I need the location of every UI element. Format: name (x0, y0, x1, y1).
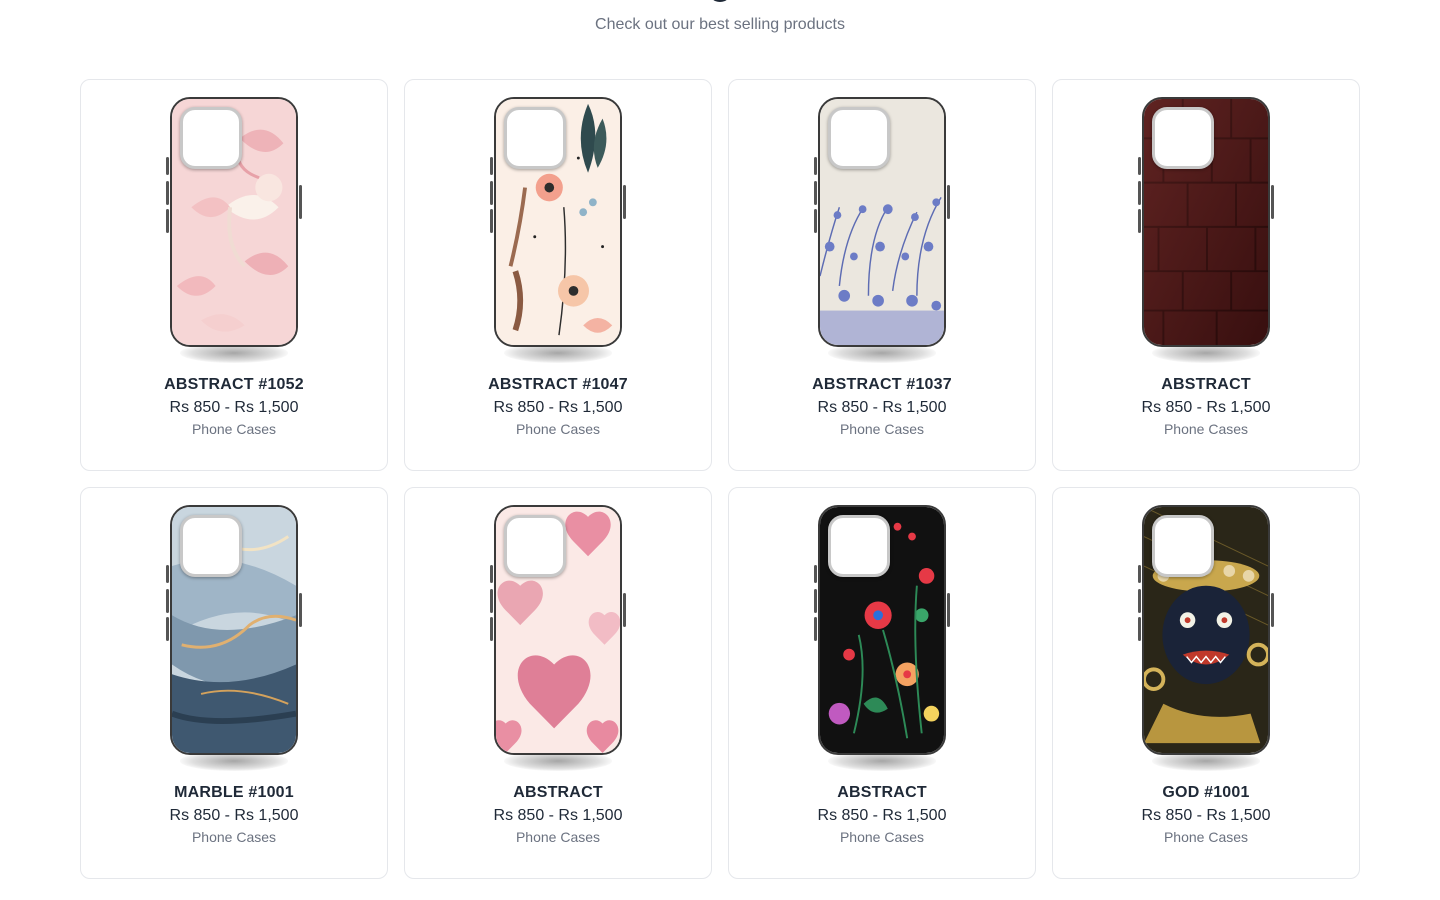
product-name[interactable]: MARBLE #1001 (174, 784, 294, 802)
product-price: Rs 850 - Rs 1,500 (817, 807, 947, 824)
phone-side-button (490, 589, 493, 613)
phone-side-button (1138, 617, 1141, 641)
phone-case-blue-botanical (818, 97, 946, 347)
phone-side-button (814, 181, 817, 205)
phone-side-button (490, 617, 493, 641)
product-image[interactable] (814, 97, 950, 369)
phone-case-cream-floral (494, 97, 622, 347)
product-name[interactable]: ABSTRACT #1052 (164, 376, 304, 394)
product-card[interactable]: MARBLE #1001 Rs 850 - Rs 1,500 Phone Cas… (80, 487, 388, 879)
phone-side-button (814, 589, 817, 613)
product-card[interactable]: GOD #1001 Rs 850 - Rs 1,500 Phone Cases (1052, 487, 1360, 879)
product-name[interactable]: ABSTRACT #1047 (488, 376, 628, 394)
phone-case-dark-floral (818, 505, 946, 755)
phone-side-button (1138, 565, 1141, 583)
product-price: Rs 850 - Rs 1,500 (493, 807, 623, 824)
phone-side-button (814, 617, 817, 641)
phone-side-button (490, 209, 493, 233)
phone-side-button (814, 209, 817, 233)
product-price: Rs 850 - Rs 1,500 (493, 399, 623, 416)
product-card[interactable]: ABSTRACT #1052 Rs 850 - Rs 1,500 Phone C… (80, 79, 388, 471)
product-price: Rs 850 - Rs 1,500 (169, 807, 299, 824)
product-grid: ABSTRACT #1052 Rs 850 - Rs 1,500 Phone C… (80, 79, 1360, 879)
phone-side-button (623, 185, 626, 219)
phone-side-button (490, 157, 493, 175)
product-card[interactable]: ABSTRACT Rs 850 - Rs 1,500 Phone Cases (1052, 79, 1360, 471)
phone-side-button (1271, 185, 1274, 219)
product-category: Phone Cases (191, 829, 277, 845)
phone-side-button (490, 565, 493, 583)
phone-case-blue-marble (170, 505, 298, 755)
product-image[interactable] (1138, 505, 1274, 777)
product-image[interactable] (490, 97, 626, 369)
product-price: Rs 850 - Rs 1,500 (1141, 807, 1271, 824)
product-card[interactable]: ABSTRACT #1047 Rs 850 - Rs 1,500 Phone C… (404, 79, 712, 471)
phone-side-button (947, 593, 950, 627)
phone-case-deity-art (1142, 505, 1270, 755)
product-name[interactable]: ABSTRACT (513, 784, 603, 802)
product-category: Phone Cases (1163, 421, 1249, 437)
product-image[interactable] (166, 505, 302, 777)
phone-side-button (166, 181, 169, 205)
product-image[interactable] (814, 505, 950, 777)
phone-side-button (1138, 157, 1141, 175)
phone-side-button (1138, 181, 1141, 205)
product-name[interactable]: ABSTRACT #1037 (812, 376, 952, 394)
product-price: Rs 850 - Rs 1,500 (1141, 399, 1271, 416)
phone-side-button (166, 157, 169, 175)
section-heading-fragment (708, 0, 732, 2)
phone-side-button (1138, 589, 1141, 613)
product-name[interactable]: ABSTRACT (1161, 376, 1251, 394)
product-category: Phone Cases (839, 829, 925, 845)
product-category: Phone Cases (515, 829, 601, 845)
product-name[interactable]: GOD #1001 (1162, 784, 1249, 802)
product-image[interactable] (490, 505, 626, 777)
product-category: Phone Cases (191, 421, 277, 437)
product-card[interactable]: ABSTRACT Rs 850 - Rs 1,500 Phone Cases (404, 487, 712, 879)
product-image[interactable] (166, 97, 302, 369)
product-category: Phone Cases (515, 421, 601, 437)
phone-side-button (947, 185, 950, 219)
phone-side-button (814, 565, 817, 583)
phone-case-croc-leather (1142, 97, 1270, 347)
phone-case-pink-bows (170, 97, 298, 347)
phone-side-button (490, 181, 493, 205)
product-price: Rs 850 - Rs 1,500 (817, 399, 947, 416)
product-card[interactable]: ABSTRACT #1037 Rs 850 - Rs 1,500 Phone C… (728, 79, 1036, 471)
phone-case-pink-hearts (494, 505, 622, 755)
phone-side-button (166, 209, 169, 233)
product-category: Phone Cases (839, 421, 925, 437)
product-name[interactable]: ABSTRACT (837, 784, 927, 802)
phone-side-button (623, 593, 626, 627)
product-price: Rs 850 - Rs 1,500 (169, 399, 299, 416)
phone-side-button (1271, 593, 1274, 627)
product-image[interactable] (1138, 97, 1274, 369)
phone-side-button (299, 185, 302, 219)
section-subtitle: Check out our best selling products (595, 16, 845, 33)
phone-side-button (166, 565, 169, 583)
phone-side-button (299, 593, 302, 627)
product-category: Phone Cases (1163, 829, 1249, 845)
phone-side-button (166, 589, 169, 613)
product-card[interactable]: ABSTRACT Rs 850 - Rs 1,500 Phone Cases (728, 487, 1036, 879)
phone-side-button (814, 157, 817, 175)
phone-side-button (166, 617, 169, 641)
phone-side-button (1138, 209, 1141, 233)
